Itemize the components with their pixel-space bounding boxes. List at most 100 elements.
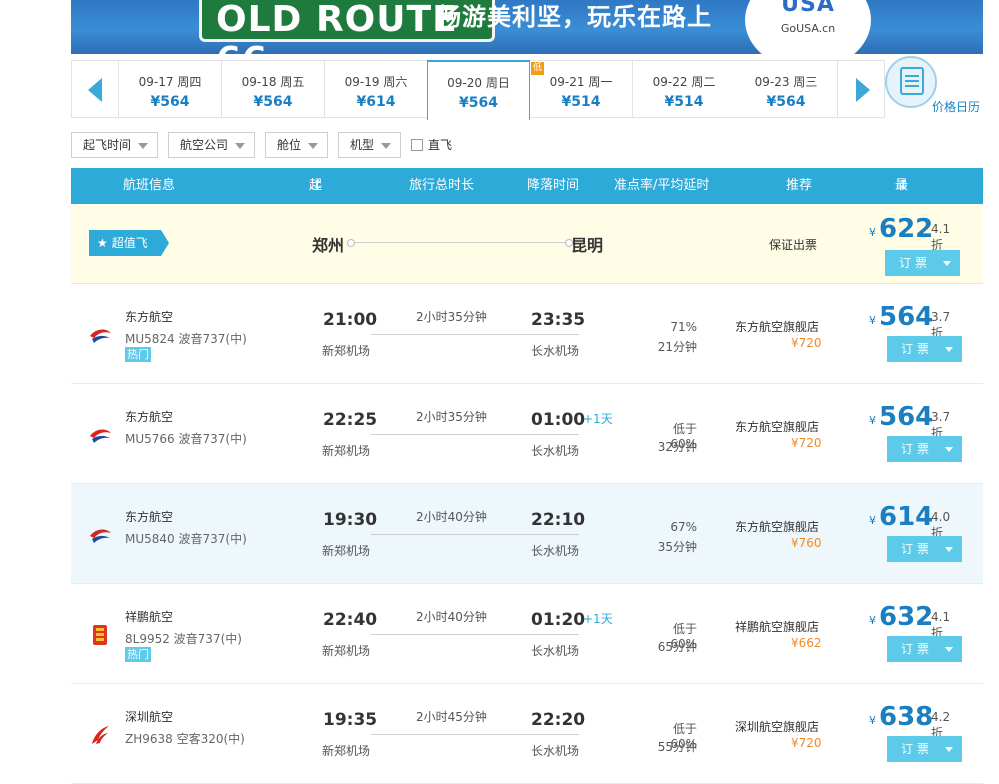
shop-name-link[interactable]: 东方航空旗舰店	[735, 518, 819, 535]
flight-number-aircraft: 8L9952 波音737(中)	[125, 632, 242, 646]
filter-bar: 起飞时间 航空公司 舱位 机型 直飞	[71, 132, 983, 158]
chevron-down-icon	[235, 143, 245, 149]
lowest-price: ¥ 564 3.7折	[869, 302, 961, 340]
ad-banner[interactable]: OLD ROUTE 66 畅游美利坚，玩乐在路上 USA GoUSA.cn	[71, 0, 983, 54]
book-button[interactable]: 订票	[887, 536, 962, 562]
average-delay: 32分钟	[657, 440, 697, 454]
lowest-price: ¥ 638 4.2折	[869, 702, 961, 740]
route-line	[347, 239, 573, 247]
low-price-badge: 低	[531, 62, 544, 75]
date-price: ¥564	[459, 95, 498, 111]
book-button[interactable]: 订票	[887, 436, 962, 462]
lowest-price: ¥ 632 4.1折	[869, 602, 961, 640]
date-cell-selected[interactable]: 09-20 周日 ¥564	[427, 60, 530, 120]
promo-price: ¥ 622 4.1折	[869, 214, 961, 252]
promo-row: ★ 超值飞 郑州 昆明 保证出票 ¥ 622 4.1折 订票	[71, 204, 983, 284]
shop-name-link[interactable]: 祥鹏航空旗舰店	[735, 618, 819, 635]
date-price-strip: 09-17 周四 ¥564 09-18 周五 ¥564 09-19 周六 ¥61…	[71, 56, 983, 120]
duration-line	[371, 334, 579, 335]
next-dates-button[interactable]	[837, 60, 885, 118]
arrow-left-icon	[88, 78, 102, 102]
banner-slogan: 畅游美利坚，玩乐在路上	[437, 3, 712, 31]
shop-name-link[interactable]: 东方航空旗舰店	[735, 318, 819, 335]
flight-row[interactable]: 深圳航空 ZH9638 空客320(中) 19:35 新郑机场 2小时45分钟 …	[71, 684, 983, 784]
duration-line	[371, 534, 579, 535]
chevron-down-icon	[943, 261, 951, 266]
book-button[interactable]: 订票	[887, 736, 962, 762]
date-price: ¥564	[253, 94, 293, 110]
currency-symbol: ¥	[869, 614, 876, 627]
flight-number-aircraft: MU5824 波音737(中)	[125, 332, 247, 346]
airline-name: 深圳航空	[125, 710, 174, 724]
flight-duration: 2小时35分钟	[416, 310, 487, 324]
date-cell[interactable]: 09-18 周五 ¥564	[222, 60, 325, 118]
depart-time-filter-label: 起飞时间	[83, 138, 132, 152]
prev-dates-button[interactable]	[71, 60, 119, 118]
aircraft-filter[interactable]: 机型	[338, 132, 401, 158]
flight-number-aircraft: MU5766 波音737(中)	[125, 432, 247, 446]
currency-symbol: ¥	[869, 226, 876, 239]
arrive-time: 22:10	[531, 510, 586, 530]
flight-row[interactable]: 东方航空 MU5766 波音737(中) 22:25 新郑机场 2小时35分钟 …	[71, 384, 983, 484]
book-button-label: 订票	[901, 442, 934, 456]
date-cell[interactable]: 09-17 周四 ¥564	[119, 60, 222, 118]
guarantee-ticket-label: 保证出票	[769, 238, 818, 252]
discount-label: 4.1折	[931, 222, 951, 252]
flight-row[interactable]: 祥鹏航空 8L9952 波音737(中) 热门 22:40 新郑机场 2小时40…	[71, 584, 983, 684]
date-label: 09-17 周四	[138, 75, 202, 89]
book-button-label: 订票	[899, 256, 932, 270]
average-delay: 65分钟	[657, 640, 697, 654]
hot-badge: 热门	[125, 647, 151, 662]
duration-line	[371, 734, 579, 735]
next-day-flag: +1天	[583, 612, 613, 626]
arrive-time: 01:00	[531, 410, 586, 430]
price-calendar-button[interactable]: 价格日历	[885, 56, 983, 118]
airline-filter[interactable]: 航空公司	[168, 132, 255, 158]
depart-airport: 新郑机场	[322, 544, 371, 558]
chevron-down-icon	[945, 647, 953, 652]
shop-name-link[interactable]: 东方航空旗舰店	[735, 418, 819, 435]
date-cell[interactable]: 09-19 周六 ¥614	[325, 60, 428, 118]
price-value: 614	[879, 502, 934, 532]
flight-number-aircraft: MU5840 波音737(中)	[125, 532, 247, 546]
shop-name-link[interactable]: 深圳航空旗舰店	[735, 718, 819, 735]
checkbox-icon[interactable]	[411, 139, 423, 151]
book-button[interactable]: 订票	[885, 250, 960, 276]
date-cell[interactable]: 低 09-21 周一 ¥514	[530, 60, 633, 118]
chevron-down-icon	[308, 143, 318, 149]
china-eastern-logo-icon	[90, 529, 111, 543]
origin-city: 郑州	[312, 236, 345, 255]
date-cell[interactable]: 09-22 周二 ¥514	[633, 60, 736, 118]
depart-time-filter[interactable]: 起飞时间	[71, 132, 158, 158]
average-delay: 21分钟	[657, 340, 697, 354]
chevron-down-icon	[945, 447, 953, 452]
lowest-price: ¥ 564 3.7折	[869, 402, 961, 440]
airline-name: 祥鹏航空	[125, 610, 174, 624]
col-arrive-time: 降落时间	[527, 178, 580, 193]
flight-duration: 2小时35分钟	[416, 410, 487, 424]
date-cell[interactable]: 09-23 周三 ¥564	[735, 60, 838, 118]
direct-flight-checkbox[interactable]: 直飞	[411, 136, 452, 153]
price-value: 564	[879, 302, 934, 332]
china-eastern-logo-icon	[90, 429, 111, 443]
price-value: 564	[879, 402, 934, 432]
average-delay: 55分钟	[657, 740, 697, 754]
book-button[interactable]: 订票	[887, 636, 962, 662]
currency-symbol: ¥	[869, 514, 876, 527]
super-value-tag: ★ 超值飞	[89, 230, 169, 256]
col-duration: 旅行总时长	[409, 178, 475, 193]
currency-symbol: ¥	[869, 714, 876, 727]
gousa-logo: USA GoUSA.cn	[745, 0, 871, 54]
date-label: 09-22 周二	[652, 75, 716, 89]
shenzhen-airlines-logo-icon	[92, 726, 109, 744]
book-button[interactable]: 订票	[887, 336, 962, 362]
flight-row[interactable]: 东方航空 MU5824 波音737(中) 热门 21:00 新郑机场 2小时35…	[71, 284, 983, 384]
price-calendar-label: 价格日历	[932, 100, 981, 114]
shop-price: ¥720	[791, 436, 822, 450]
date-price: ¥514	[561, 94, 601, 110]
cabin-filter[interactable]: 舱位	[265, 132, 328, 158]
arrive-airport: 长水机场	[531, 444, 580, 458]
flight-row[interactable]: 东方航空 MU5840 波音737(中) 19:30 新郑机场 2小时40分钟 …	[71, 484, 983, 584]
calendar-icon	[900, 67, 924, 95]
arrow-right-icon	[856, 78, 870, 102]
